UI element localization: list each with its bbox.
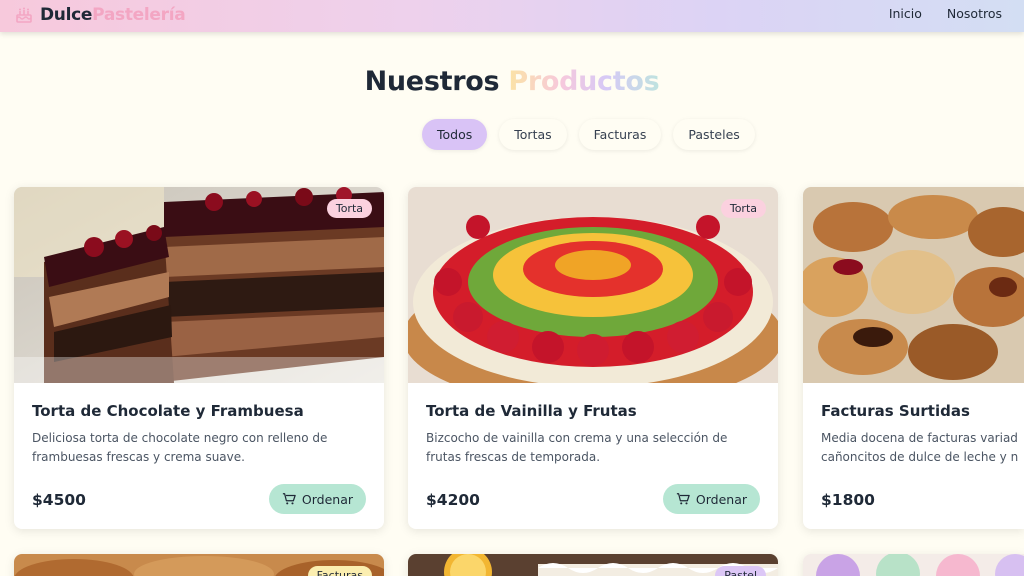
product-description: Bizcocho de vainilla con crema y una sel…: [426, 429, 766, 467]
category-filters: Todos Tortas Facturas Pasteles: [422, 119, 755, 150]
product-image[interactable]: Facturas: [14, 554, 384, 576]
nav-link-nosotros[interactable]: Nosotros: [947, 6, 1002, 21]
cake-icon: [16, 7, 32, 23]
product-description-line: Media docena de facturas variad: [821, 431, 1018, 445]
category-badge: Torta: [326, 199, 372, 218]
product-description-line: Bizcocho de vainilla con crema y una sel…: [426, 431, 728, 445]
order-button[interactable]: Ordenar: [268, 484, 366, 514]
section-title-secondary: Productos: [508, 66, 660, 97]
product-description: Deliciosa torta de chocolate negro con r…: [32, 429, 372, 467]
site-header: DulcePastelería Inicio Nosotros: [0, 0, 1024, 32]
product-image[interactable]: [803, 187, 1024, 383]
category-badge: Facturas: [307, 566, 372, 576]
product-title: Facturas Surtidas: [821, 402, 970, 420]
brand-name: DulcePastelería: [40, 5, 186, 25]
product-card: [803, 554, 1024, 576]
category-badge: Torta: [720, 199, 766, 218]
brand-name-primary: Dulce: [40, 5, 93, 25]
product-card: Facturas Surtidas Media docena de factur…: [803, 187, 1024, 529]
product-image[interactable]: Torta: [408, 187, 778, 383]
cupcakes-photo: [803, 554, 1024, 576]
product-card: Pastel: [408, 554, 778, 576]
product-title: Torta de Vainilla y Frutas: [426, 402, 637, 420]
product-title: Torta de Chocolate y Frambuesa: [32, 402, 304, 420]
product-image[interactable]: Torta: [14, 187, 384, 383]
product-description: Media docena de facturas variad cañoncit…: [821, 429, 1024, 467]
cart-icon: [676, 493, 690, 505]
product-card: Facturas: [14, 554, 384, 576]
brand-logo[interactable]: DulcePastelería: [14, 4, 186, 26]
chocolate-raspberry-cake-photo: [14, 187, 384, 383]
category-badge: Pastel: [715, 566, 766, 576]
section-title: Nuestros Productos: [0, 66, 1024, 97]
assorted-pastries-photo: [803, 187, 1024, 383]
order-button-label: Ordenar: [695, 491, 747, 507]
product-description-line: cañoncitos de dulce de leche y n: [821, 450, 1019, 464]
product-price: $4500: [32, 491, 86, 509]
section-title-primary: Nuestros: [364, 66, 500, 97]
cart-icon: [282, 493, 296, 505]
order-button-label: Ordenar: [301, 491, 353, 507]
product-description-line: Deliciosa torta de chocolate negro con r…: [32, 431, 328, 445]
filter-pasteles-button[interactable]: Pasteles: [673, 119, 755, 150]
product-card: Torta Torta de Vainilla y Frutas Bizcoch…: [408, 187, 778, 529]
main-nav: Inicio Nosotros: [889, 6, 1002, 21]
product-price: $1800: [821, 491, 875, 509]
filter-facturas-button[interactable]: Facturas: [578, 119, 662, 150]
brand-name-secondary: Pastelería: [92, 5, 186, 25]
product-card: Torta Torta de Chocolate y Frambuesa Del…: [14, 187, 384, 529]
product-image[interactable]: [803, 554, 1024, 576]
nav-link-inicio[interactable]: Inicio: [889, 6, 922, 21]
filter-tortas-button[interactable]: Tortas: [499, 119, 567, 150]
fruit-tart-photo: [408, 187, 778, 383]
filter-todos-button[interactable]: Todos: [422, 119, 488, 150]
product-image[interactable]: Pastel: [408, 554, 778, 576]
order-button[interactable]: Ordenar: [662, 484, 760, 514]
product-description-line: frambuesas frescas y crema suave.: [32, 450, 245, 464]
product-description-line: frutas frescas de temporada.: [426, 450, 601, 464]
product-price: $4200: [426, 491, 480, 509]
